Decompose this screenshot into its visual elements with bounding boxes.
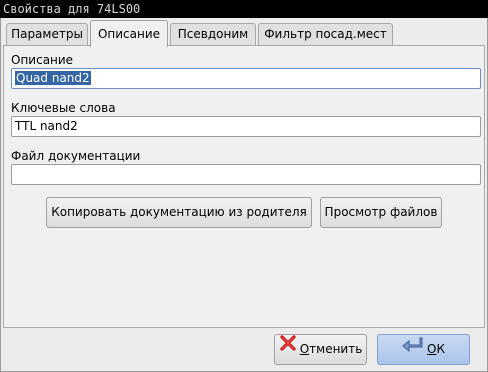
keywords-input[interactable]: TTL nand2 [11, 116, 481, 137]
description-panel: Описание Quad nand2 Ключевые слова TTL n… [3, 45, 485, 328]
return-arrow-icon [402, 334, 424, 363]
tab-footprint-filter[interactable]: Фильтр посад.мест [258, 23, 393, 45]
docfile-label: Файл документации [11, 149, 141, 163]
ok-label: К [436, 342, 445, 356]
tab-parameters[interactable]: Параметры [6, 23, 88, 45]
description-input[interactable]: Quad nand2 [11, 68, 481, 89]
docfile-input[interactable] [11, 164, 481, 185]
cancel-mnemonic: О [299, 342, 310, 356]
cancel-button[interactable]: Отменить [274, 334, 367, 365]
copy-doc-from-parent-button[interactable]: Копировать документацию из родителя [46, 197, 312, 228]
window-title: Свойства для 74LS00 [3, 2, 141, 16]
keywords-value: TTL nand2 [15, 119, 78, 133]
description-label: Описание [11, 53, 74, 67]
view-files-button[interactable]: Просмотр файлов [320, 197, 442, 228]
tab-description[interactable]: Описание [90, 20, 168, 47]
keywords-label: Ключевые слова [11, 101, 116, 115]
tab-alias[interactable]: Псевдоним [170, 23, 256, 45]
window-titlebar: Свойства для 74LS00 [0, 0, 488, 18]
cancel-label: тменить [309, 342, 363, 356]
red-x-icon [279, 334, 297, 363]
properties-dialog: Параметры Описание Псевдоним Фильтр поса… [0, 18, 488, 372]
description-value: Quad nand2 [15, 71, 91, 85]
ok-button[interactable]: ОК [377, 334, 470, 365]
